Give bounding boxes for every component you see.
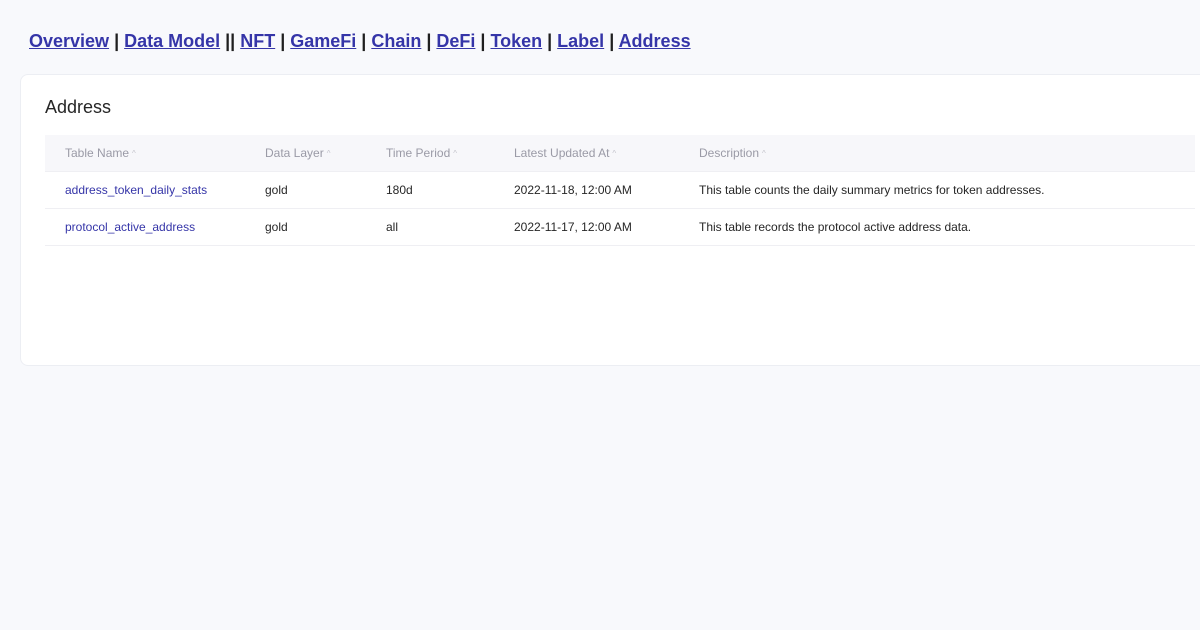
sort-icon[interactable]: ^ [612,149,616,158]
nav-separator: | [542,31,558,51]
nav-separator: | [475,31,491,51]
cell-time-period: all [386,208,514,246]
nav-link-chain[interactable]: Chain [371,31,421,51]
table-name-link[interactable]: address_token_daily_stats [65,183,207,197]
cell-latest-updated-at: 2022-11-18, 12:00 AM [514,171,699,209]
sort-icon[interactable]: ^ [453,149,457,158]
nav-separator: | [604,31,619,51]
column-header-table-name[interactable]: Table Name ^ [45,135,265,172]
nav-link-data-model[interactable]: Data Model [124,31,220,51]
table-name-link[interactable]: protocol_active_address [65,220,195,234]
nav-link-defi[interactable]: DeFi [436,31,475,51]
cell-table-name: protocol_active_address [45,208,265,246]
cell-description: This table counts the daily summary metr… [699,171,1195,209]
address-card: Address Table Name ^ Data Layer ^ Time Per… [20,74,1200,366]
nav-link-nft[interactable]: NFT [240,31,275,51]
column-header-label: Description [699,145,760,160]
column-header-label: Table Name [65,145,130,160]
column-header-label: Data Layer [265,145,324,160]
table-header-row: Table Name ^ Data Layer ^ Time Period ^ Lat… [45,135,1195,172]
table-row: protocol_active_address gold all 2022-11… [45,208,1195,246]
top-nav: Overview | Data Model || NFT | GameFi | … [29,29,691,53]
sort-icon[interactable]: ^ [327,149,331,158]
nav-separator: || [220,31,241,51]
cell-latest-updated-at: 2022-11-17, 12:00 AM [514,208,699,246]
sort-icon[interactable]: ^ [762,149,766,158]
nav-separator: | [356,31,372,51]
cell-table-name: address_token_daily_stats [45,171,265,209]
table-row: address_token_daily_stats gold 180d 2022… [45,171,1195,209]
sort-icon[interactable]: ^ [132,149,136,158]
card-title: Address [45,97,112,117]
column-header-data-layer[interactable]: Data Layer ^ [265,135,386,172]
cell-data-layer: gold [265,171,386,209]
cell-time-period: 180d [386,171,514,209]
address-tables-table: Table Name ^ Data Layer ^ Time Period ^ Lat… [45,135,1195,246]
nav-separator: | [421,31,437,51]
cell-description: This table records the protocol active a… [699,208,1195,246]
column-header-time-period[interactable]: Time Period ^ [386,135,514,172]
nav-link-overview[interactable]: Overview [29,31,109,51]
column-header-label: Time Period [386,145,451,160]
cell-data-layer: gold [265,208,386,246]
nav-separator: | [275,31,291,51]
column-header-description[interactable]: Description ^ [699,135,1195,172]
nav-link-label[interactable]: Label [557,31,604,51]
nav-link-address[interactable]: Address [619,31,691,51]
column-header-label: Latest Updated At [514,145,610,160]
nav-link-gamefi[interactable]: GameFi [290,31,356,51]
nav-link-token[interactable]: Token [490,31,542,51]
nav-separator: | [109,31,125,51]
column-header-latest-updated-at[interactable]: Latest Updated At ^ [514,135,699,172]
